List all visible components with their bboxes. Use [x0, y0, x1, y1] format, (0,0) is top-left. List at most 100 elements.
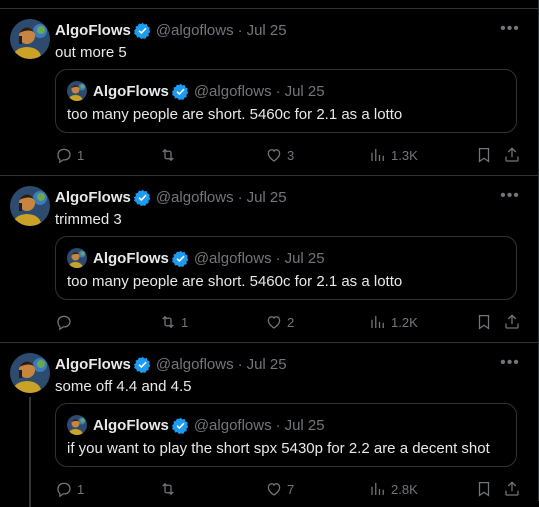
reply-button[interactable]: 1 — [55, 479, 84, 499]
quote-author-name: AlgoFlows — [93, 416, 169, 434]
heart-icon — [267, 149, 281, 162]
quote-author-handle: @algoflows — [193, 82, 272, 100]
separator-dot: · — [237, 188, 243, 206]
separator-dot: · — [275, 416, 281, 434]
verified-badge-icon — [171, 417, 189, 434]
tweet-text: out more 5 — [55, 44, 127, 61]
avatar[interactable] — [10, 353, 50, 393]
heart-icon — [267, 483, 281, 496]
quote-author-name: AlgoFlows — [93, 249, 169, 267]
author-name[interactable]: AlgoFlows — [55, 22, 131, 39]
share-icon — [505, 481, 519, 496]
reply-button[interactable]: 1 — [55, 145, 84, 165]
reply-icon — [57, 315, 71, 331]
tweet-text: some off 4.4 and 4.5 — [55, 378, 192, 395]
share-button[interactable] — [503, 145, 521, 165]
verified-badge-icon — [133, 22, 151, 39]
separator-dot: · — [237, 355, 243, 373]
analytics-icon — [371, 149, 384, 161]
reply-icon — [57, 148, 71, 164]
view-count: 2.8K — [391, 481, 418, 497]
quoted-tweet[interactable]: AlgoFlows @algoflows · Jul 25 too many p… — [55, 69, 517, 133]
like-button[interactable]: 7 — [265, 479, 294, 499]
reply-button[interactable] — [55, 312, 77, 332]
like-button[interactable]: 2 — [265, 312, 294, 332]
bookmark-icon — [478, 481, 490, 497]
tweet-actions: 1 3 1.3K — [55, 145, 527, 165]
quote-avatar — [67, 81, 87, 101]
retweet-count: 1 — [181, 314, 189, 330]
retweet-icon — [162, 482, 174, 496]
retweet-button[interactable] — [159, 145, 181, 165]
analytics-icon — [371, 483, 384, 495]
avatar[interactable] — [10, 186, 50, 226]
more-options-icon[interactable]: ••• — [500, 187, 519, 205]
more-options-icon[interactable]: ••• — [500, 20, 519, 38]
quote-date: Jul 25 — [284, 416, 325, 434]
share-button[interactable] — [503, 312, 521, 332]
quote-author-name: AlgoFlows — [93, 82, 169, 100]
tweet-actions: 1 2 1.2K — [55, 312, 527, 332]
heart-icon — [267, 316, 281, 329]
quote-text: too many people are short. 5460c for 2.1… — [67, 106, 403, 123]
quote-date: Jul 25 — [284, 249, 325, 267]
author-handle[interactable]: @algoflows — [156, 189, 234, 206]
separator-dot: · — [275, 82, 281, 100]
views-button[interactable]: 1.3K — [369, 145, 418, 165]
reply-count: 1 — [77, 481, 85, 497]
quote-author-handle: @algoflows — [193, 249, 272, 267]
share-icon — [505, 314, 519, 329]
view-count: 1.2K — [391, 314, 418, 330]
views-button[interactable]: 2.8K — [369, 479, 418, 499]
bookmark-icon — [478, 314, 490, 330]
author-handle[interactable]: @algoflows — [156, 22, 234, 39]
tweet[interactable]: AlgoFlows @algoflows · Jul 25 ••• out mo… — [0, 9, 539, 176]
bookmark-icon — [478, 147, 490, 163]
thread-line — [29, 397, 31, 507]
reply-icon — [57, 482, 71, 498]
separator-dot: · — [237, 21, 243, 39]
views-button[interactable]: 1.2K — [369, 312, 418, 332]
verified-badge-icon — [171, 83, 189, 100]
bookmark-button[interactable] — [475, 479, 493, 499]
retweet-icon — [162, 315, 174, 329]
analytics-icon — [371, 316, 384, 328]
like-count: 3 — [287, 147, 295, 163]
tweet-actions: 1 7 2.8K — [55, 479, 527, 499]
like-button[interactable]: 3 — [265, 145, 294, 165]
tweet[interactable]: AlgoFlows @algoflows · Jul 25 ••• trimme… — [0, 176, 539, 343]
separator-dot: · — [275, 249, 281, 267]
retweet-button[interactable]: 1 — [159, 312, 188, 332]
verified-badge-icon — [133, 189, 151, 206]
retweet-button[interactable] — [159, 479, 181, 499]
reply-count: 1 — [77, 147, 85, 163]
quote-avatar — [67, 248, 87, 268]
quoted-tweet[interactable]: AlgoFlows @algoflows · Jul 25 if you wan… — [55, 403, 517, 467]
quote-author-handle: @algoflows — [193, 416, 272, 434]
like-count: 2 — [287, 314, 295, 330]
bookmark-button[interactable] — [475, 312, 493, 332]
quote-date: Jul 25 — [284, 82, 325, 100]
share-button[interactable] — [503, 479, 521, 499]
more-options-icon[interactable]: ••• — [500, 354, 519, 372]
retweet-icon — [162, 148, 174, 162]
view-count: 1.3K — [391, 147, 418, 163]
quoted-tweet[interactable]: AlgoFlows @algoflows · Jul 25 too many p… — [55, 236, 517, 300]
quote-text: too many people are short. 5460c for 2.1… — [67, 273, 403, 290]
tweet-text: trimmed 3 — [55, 211, 122, 228]
like-count: 7 — [287, 481, 295, 497]
share-icon — [505, 147, 519, 162]
quote-avatar — [67, 415, 87, 435]
author-name[interactable]: AlgoFlows — [55, 356, 131, 373]
avatar[interactable] — [10, 19, 50, 59]
author-handle[interactable]: @algoflows — [156, 356, 234, 373]
bookmark-button[interactable] — [475, 145, 493, 165]
tweet-date[interactable]: Jul 25 — [247, 356, 287, 373]
tweet[interactable]: AlgoFlows @algoflows · Jul 25 ••• some o… — [0, 343, 539, 507]
tweet-date[interactable]: Jul 25 — [247, 22, 287, 39]
verified-badge-icon — [133, 356, 151, 373]
verified-badge-icon — [171, 250, 189, 267]
quote-text: if you want to play the short spx 5430p … — [67, 440, 490, 457]
tweet-date[interactable]: Jul 25 — [247, 189, 287, 206]
author-name[interactable]: AlgoFlows — [55, 189, 131, 206]
